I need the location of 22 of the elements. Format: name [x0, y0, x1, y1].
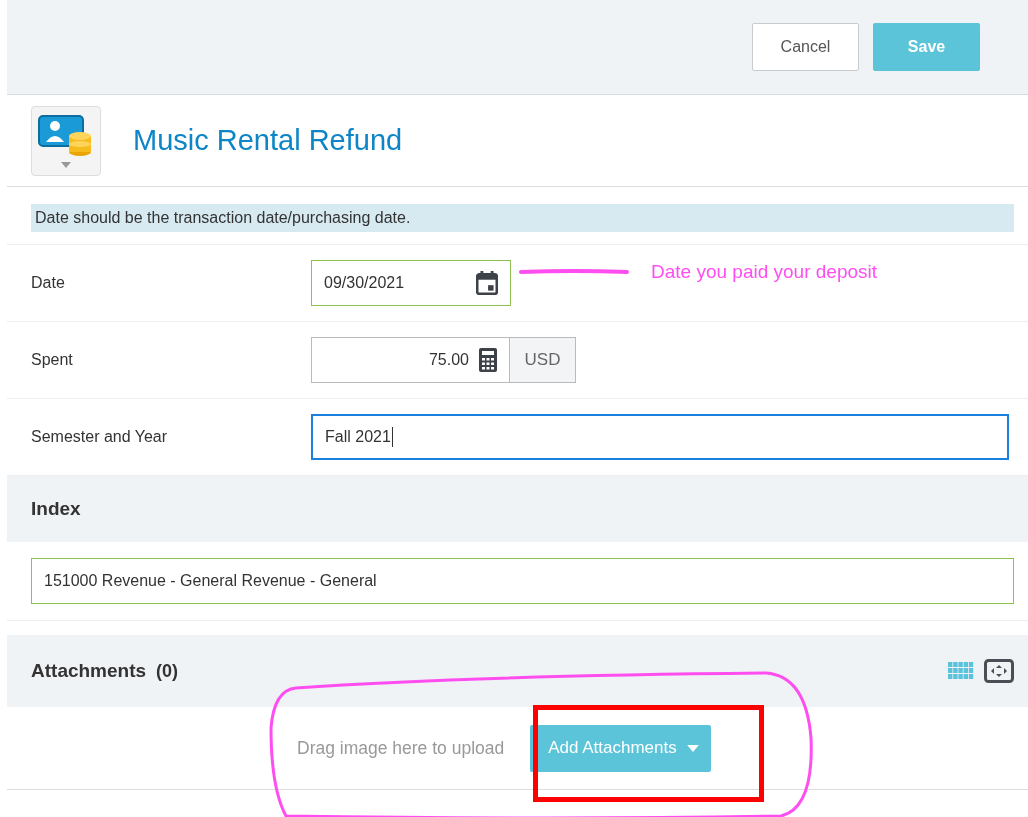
annotation-note: Date you paid your deposit: [651, 261, 878, 283]
drop-hint: Drag image here to upload: [297, 737, 505, 759]
amount-field[interactable]: 75.00: [311, 337, 510, 383]
currency-selector[interactable]: USD: [510, 337, 576, 383]
calculator-icon[interactable]: [479, 348, 497, 372]
calendar-icon[interactable]: [476, 271, 498, 295]
semester-field[interactable]: Fall 2021: [311, 414, 1009, 460]
info-notice: Date should be the transaction date/purchasing date.: [31, 204, 1014, 232]
index-field[interactable]: 151000 Revenue - General Revenue - General: [31, 558, 1014, 604]
field-label: Spent: [30, 351, 74, 369]
caret-icon: [61, 161, 71, 168]
field-label: Semester and Year: [30, 428, 169, 446]
cancel-button[interactable]: Cancel: [752, 23, 859, 71]
expand-icon[interactable]: [984, 659, 1014, 683]
form-title: Music Rental Refund: [133, 124, 403, 157]
section-title: Attachments: [31, 660, 147, 682]
form-type-selector[interactable]: [31, 105, 101, 176]
attachment-count: (0): [156, 660, 179, 682]
section-title: Index: [31, 498, 81, 520]
caret-icon: [686, 744, 699, 752]
date-field[interactable]: 09/30/2021: [311, 260, 511, 306]
field-label: Date: [30, 274, 66, 292]
